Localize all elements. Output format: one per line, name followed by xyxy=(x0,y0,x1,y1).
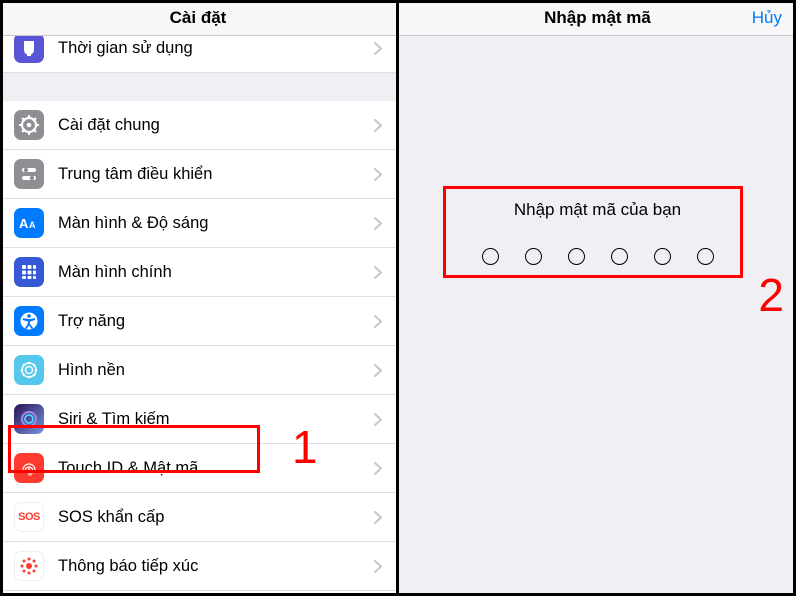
passcode-title: Nhập mật mã xyxy=(544,8,651,28)
screentime-icon xyxy=(14,36,44,63)
row-label: Hình nền xyxy=(58,361,374,380)
row-label: Siri & Tìm kiếm xyxy=(58,410,374,429)
row-home-screen[interactable]: Màn hình chính xyxy=(0,248,396,297)
textsize-icon: AA xyxy=(14,208,44,238)
settings-header: Cài đặt xyxy=(0,0,396,36)
row-screen-time[interactable]: Thời gian sử dụng xyxy=(0,36,396,73)
accessibility-icon xyxy=(14,306,44,336)
chevron-right-icon xyxy=(374,266,382,279)
chevron-right-icon xyxy=(374,217,382,230)
row-label: SOS khẩn cấp xyxy=(58,508,374,527)
passcode-panel: Nhập mật mã Hủy Nhập mật mã của bạn 2 xyxy=(399,0,796,596)
chevron-right-icon xyxy=(374,168,382,181)
sos-icon: SOS xyxy=(14,502,44,532)
chevron-right-icon xyxy=(374,42,382,55)
svg-text:A: A xyxy=(19,216,29,231)
row-label: Trợ năng xyxy=(58,312,374,331)
homegrid-icon xyxy=(14,257,44,287)
passcode-dot xyxy=(697,248,714,265)
cancel-button[interactable]: Hủy xyxy=(752,8,782,28)
row-label: Cài đặt chung xyxy=(58,116,374,135)
row-display-brightness[interactable]: AA Màn hình & Độ sáng xyxy=(0,199,396,248)
row-label: Trung tâm điều khiển xyxy=(58,165,374,184)
siri-icon xyxy=(14,404,44,434)
chevron-right-icon xyxy=(374,119,382,132)
row-exposure-notifications[interactable]: Thông báo tiếp xúc xyxy=(0,542,396,591)
row-label: Màn hình chính xyxy=(58,263,374,282)
row-touch-id-passcode[interactable]: Touch ID & Mật mã xyxy=(0,444,396,493)
settings-list[interactable]: Thời gian sử dụng Cài đặt chung Trung tâ… xyxy=(0,36,396,596)
passcode-dots[interactable] xyxy=(399,248,796,265)
gear-icon xyxy=(14,110,44,140)
wallpaper-icon xyxy=(14,355,44,385)
row-wallpaper[interactable]: Hình nền xyxy=(0,346,396,395)
passcode-body: Nhập mật mã của bạn 2 xyxy=(399,36,796,596)
row-accessibility[interactable]: Trợ năng xyxy=(0,297,396,346)
chevron-right-icon xyxy=(374,364,382,377)
passcode-dot xyxy=(611,248,628,265)
passcode-dot xyxy=(654,248,671,265)
chevron-right-icon xyxy=(374,462,382,475)
chevron-right-icon xyxy=(374,413,382,426)
chevron-right-icon xyxy=(374,560,382,573)
passcode-dot xyxy=(525,248,542,265)
row-emergency-sos[interactable]: SOS SOS khẩn cấp xyxy=(0,493,396,542)
row-control-center[interactable]: Trung tâm điều khiển xyxy=(0,150,396,199)
svg-text:A: A xyxy=(29,220,36,230)
passcode-header: Nhập mật mã Hủy xyxy=(399,0,796,36)
passcode-prompt: Nhập mật mã của bạn xyxy=(399,200,796,220)
settings-panel: Cài đặt Thời gian sử dụng Cài đặt chung xyxy=(0,0,399,596)
chevron-right-icon xyxy=(374,315,382,328)
exposure-icon xyxy=(14,551,44,581)
annotation-number-2: 2 xyxy=(758,268,784,322)
row-label: Touch ID & Mật mã xyxy=(58,459,374,478)
row-partial-bottom[interactable] xyxy=(0,591,396,596)
section-gap xyxy=(0,73,396,101)
settings-title: Cài đặt xyxy=(170,8,227,28)
row-label: Màn hình & Độ sáng xyxy=(58,214,374,233)
switches-icon xyxy=(14,159,44,189)
row-label: Thông báo tiếp xúc xyxy=(58,557,374,576)
passcode-dot xyxy=(568,248,585,265)
row-siri-search[interactable]: Siri & Tìm kiếm xyxy=(0,395,396,444)
row-general[interactable]: Cài đặt chung xyxy=(0,101,396,150)
row-label: Thời gian sử dụng xyxy=(58,39,374,58)
fingerprint-icon xyxy=(14,453,44,483)
chevron-right-icon xyxy=(374,511,382,524)
passcode-dot xyxy=(482,248,499,265)
